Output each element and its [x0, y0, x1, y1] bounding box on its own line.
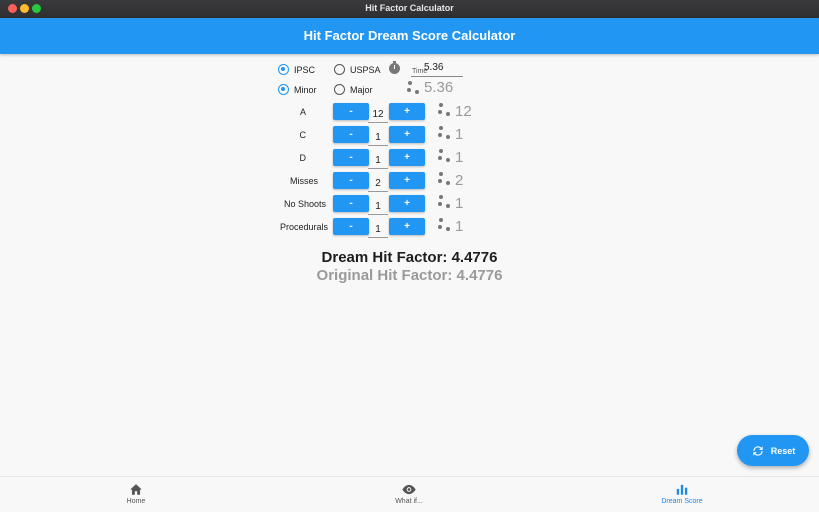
- original-hit-factor: Original Hit Factor: 4.4776: [316, 267, 503, 284]
- count-misses-underline: [368, 191, 388, 192]
- radio-unselected-icon: [334, 64, 345, 75]
- row-label-misses: Misses: [289, 176, 318, 186]
- nav-item-home-label: Home: [126, 498, 146, 505]
- original-c-value: 1: [455, 126, 464, 143]
- increment-a-button[interactable]: +: [389, 103, 425, 120]
- count-d-underline: [368, 168, 388, 169]
- time-field-underline: [411, 76, 463, 77]
- increment-procedurals-button[interactable]: +: [389, 218, 425, 235]
- original-misses-value: 2: [455, 172, 464, 189]
- count-c-underline: [368, 145, 388, 146]
- original-a-value: 12: [455, 103, 472, 120]
- count-d[interactable]: 1: [368, 155, 388, 166]
- count-a-underline: [368, 122, 388, 123]
- radio-unselected-icon: [334, 84, 345, 95]
- increment-misses-button[interactable]: +: [389, 172, 425, 189]
- reset-button[interactable]: Reset: [737, 435, 809, 466]
- original-value-icon: [438, 126, 452, 140]
- nav-item-what-if-label: What if...: [395, 498, 423, 505]
- original-value-icon: [438, 103, 452, 117]
- radio-major-label: Major: [350, 84, 373, 95]
- radio-selected-icon: [278, 84, 289, 95]
- dream-hit-factor: Dream Hit Factor: 4.4776: [321, 249, 498, 266]
- app-bar-title: Hit Factor Dream Score Calculator: [303, 28, 516, 43]
- decrement-d-button[interactable]: -: [333, 149, 369, 166]
- original-value-icon: [438, 218, 452, 232]
- bottom-navigation: Home What if... Dream Score: [0, 476, 819, 512]
- nav-item-what-if[interactable]: What if...: [349, 477, 469, 512]
- nav-item-dream-score[interactable]: Dream Score: [622, 477, 742, 512]
- decrement-no-shoots-button[interactable]: -: [333, 195, 369, 212]
- original-no-shoots-value: 1: [455, 195, 464, 212]
- row-label-procedurals: Procedurals: [279, 222, 328, 232]
- nav-item-home[interactable]: Home: [76, 477, 196, 512]
- nav-item-dream-score-label: Dream Score: [661, 498, 703, 505]
- decrement-c-button[interactable]: -: [333, 126, 369, 143]
- row-label-d: D: [299, 153, 307, 163]
- radio-ipsc[interactable]: IPSC: [278, 64, 315, 75]
- radio-uspsa-label: USPSA: [350, 64, 381, 75]
- time-field-value[interactable]: 5.36: [424, 62, 443, 73]
- original-value-icon: [438, 149, 452, 163]
- home-icon: [130, 484, 142, 495]
- count-no-shoots-underline: [368, 214, 388, 215]
- increment-no-shoots-button[interactable]: +: [389, 195, 425, 212]
- window-titlebar: Hit Factor Calculator: [0, 0, 819, 18]
- count-c[interactable]: 1: [368, 132, 388, 143]
- original-time-value: 5.36: [424, 79, 454, 96]
- radio-minor[interactable]: Minor: [278, 84, 317, 95]
- radio-uspsa[interactable]: USPSA: [334, 64, 381, 75]
- original-value-icon: [438, 172, 452, 186]
- bar-chart-icon: [676, 484, 688, 495]
- row-label-no-shoots: No Shoots: [283, 199, 326, 209]
- app-bar: Hit Factor Dream Score Calculator: [0, 18, 819, 54]
- original-value-icon: [407, 81, 421, 95]
- refresh-icon: [753, 445, 763, 456]
- decrement-misses-button[interactable]: -: [333, 172, 369, 189]
- count-a[interactable]: 12: [368, 109, 388, 120]
- original-value-icon: [438, 195, 452, 209]
- eye-icon: [402, 484, 416, 495]
- count-misses[interactable]: 2: [368, 178, 388, 189]
- radio-major[interactable]: Major: [334, 84, 373, 95]
- radio-minor-label: Minor: [294, 84, 317, 95]
- count-procedurals[interactable]: 1: [368, 224, 388, 235]
- original-procedurals-value: 1: [455, 218, 464, 235]
- increment-d-button[interactable]: +: [389, 149, 425, 166]
- count-no-shoots[interactable]: 1: [368, 201, 388, 212]
- original-d-value: 1: [455, 149, 464, 166]
- increment-c-button[interactable]: +: [389, 126, 425, 143]
- window-title: Hit Factor Calculator: [365, 3, 454, 13]
- stopwatch-icon: [389, 61, 400, 74]
- radio-selected-icon: [278, 64, 289, 75]
- row-label-c: C: [299, 130, 307, 140]
- app-window: Hit Factor Calculator Hit Factor Dream S…: [0, 0, 819, 512]
- count-procedurals-underline: [368, 237, 388, 238]
- row-label-a: A: [299, 107, 306, 117]
- decrement-procedurals-button[interactable]: -: [333, 218, 369, 235]
- reset-button-label: Reset: [770, 445, 796, 456]
- radio-ipsc-label: IPSC: [294, 64, 316, 75]
- decrement-a-button[interactable]: -: [333, 103, 369, 120]
